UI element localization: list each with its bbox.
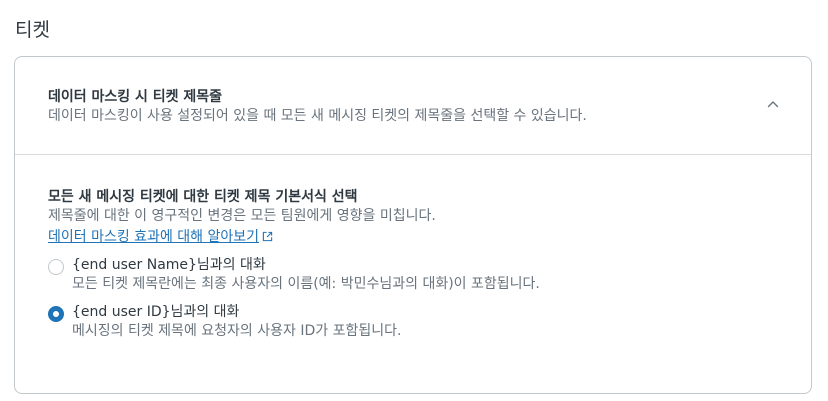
format-section-description: 제목줄에 대한 이 영구적인 변경은 모든 팀원에게 영향을 미칩니다.	[48, 208, 436, 224]
option-hint: 모든 티켓 제목란에는 최종 사용자의 이름(예: 박민수님과의 대화)이 포함…	[72, 276, 540, 292]
page-title: 티켓	[15, 19, 50, 41]
ticket-settings-card: 데이터 마스킹 시 티켓 제목줄 데이터 마스킹이 사용 설정되어 있을 때 모…	[14, 56, 812, 394]
option-label: {end user ID}님과의 대화	[72, 304, 240, 320]
radio-end-user-name[interactable]	[48, 259, 64, 275]
format-section-title: 모든 새 메시징 티켓에 대한 티켓 제목 기본서식 선택	[48, 189, 358, 205]
option-label: {end user Name}님과의 대화	[72, 257, 266, 273]
radio-end-user-id[interactable]	[48, 306, 64, 322]
masking-section-description: 데이터 마스킹이 사용 설정되어 있을 때 모든 새 메시징 티켓의 제목줄을 …	[48, 108, 587, 124]
masking-section-title: 데이터 마스킹 시 티켓 제목줄	[48, 89, 223, 105]
chevron-up-icon	[767, 101, 779, 108]
masking-section-header[interactable]: 데이터 마스킹 시 티켓 제목줄 데이터 마스킹이 사용 설정되어 있을 때 모…	[15, 57, 811, 155]
learn-more-link-label: 데이터 마스킹 효과에 대해 알아보기	[48, 229, 259, 245]
option-hint: 메시징의 티켓 제목에 요청자의 사용자 ID가 포함됩니다.	[72, 323, 402, 339]
external-link-icon	[262, 231, 273, 242]
collapse-button[interactable]	[763, 94, 783, 114]
learn-more-link[interactable]: 데이터 마스킹 효과에 대해 알아보기	[48, 228, 273, 246]
